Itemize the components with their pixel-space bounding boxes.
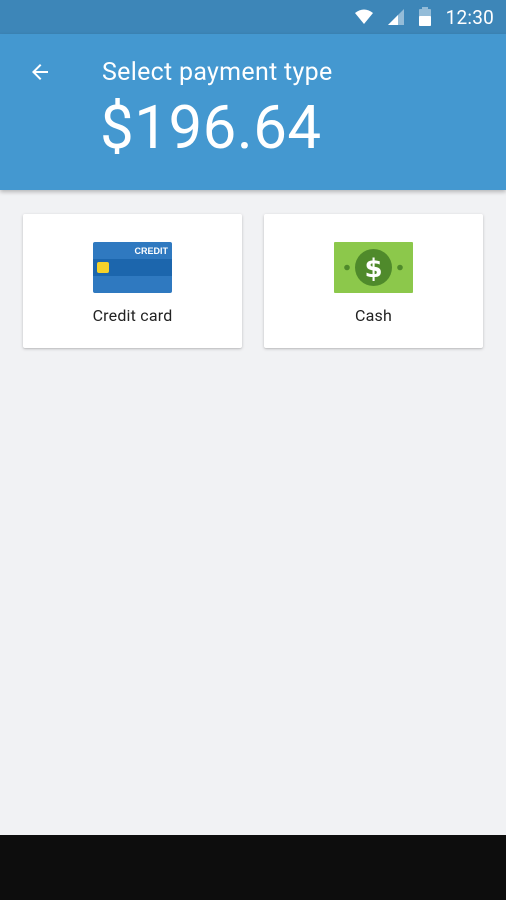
battery-icon [418, 7, 432, 27]
cash-option[interactable]: $ Cash [264, 214, 483, 348]
cash-icon: $ [334, 242, 413, 293]
status-time: 12:30 [445, 5, 494, 29]
credit-card-icon-text: CREDIT [135, 246, 169, 256]
dollar-sign: $ [364, 254, 382, 284]
credit-card-label: Credit card [92, 306, 173, 325]
status-bar: 12:30 [0, 0, 506, 34]
app-bar: Select payment type $196.64 [0, 34, 506, 190]
signal-icon [386, 7, 406, 27]
arrow-back-icon [28, 60, 52, 88]
status-icons: 12:30 [354, 0, 494, 34]
navigation-bar [0, 835, 506, 900]
credit-card-icon: CREDIT [93, 242, 172, 293]
wifi-icon [354, 7, 374, 27]
credit-card-option[interactable]: CREDIT Credit card [23, 214, 242, 348]
back-button[interactable] [22, 56, 58, 92]
payment-amount: $196.64 [100, 92, 322, 163]
cash-label: Cash [355, 306, 392, 325]
page-title: Select payment type [102, 58, 333, 87]
